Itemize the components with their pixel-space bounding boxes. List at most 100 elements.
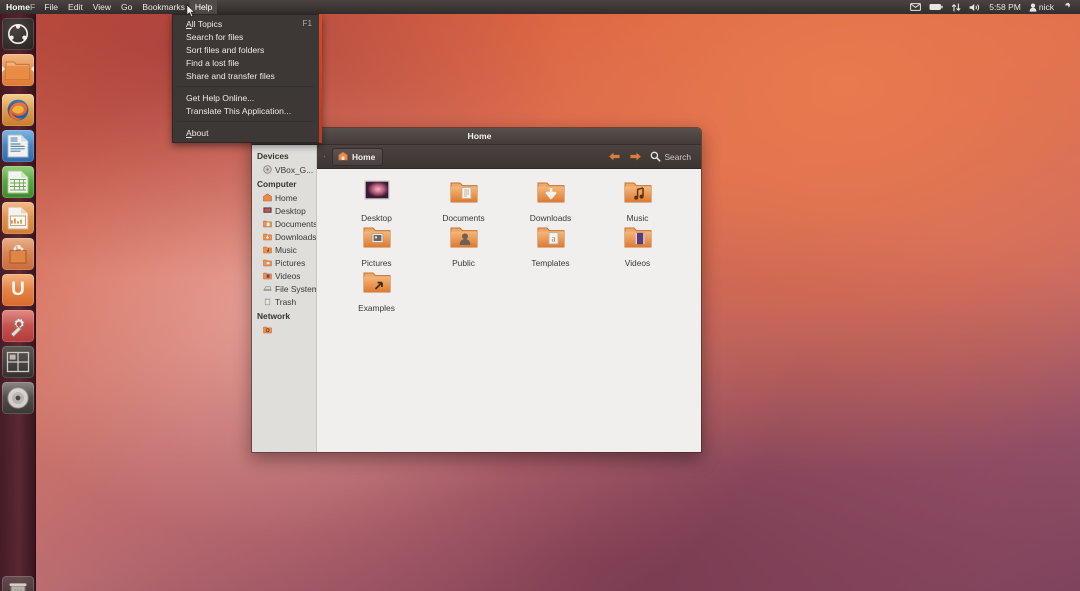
network-folder-icon <box>263 325 272 334</box>
sidebar-header-devices: Devices <box>257 151 289 161</box>
app-title: HomeF <box>6 2 36 12</box>
sidebar-item-pictures[interactable]: Pictures <box>252 256 316 269</box>
launcher-item-firefox[interactable] <box>2 94 34 126</box>
launcher-item-files[interactable] <box>2 54 34 86</box>
sidebar-item-downloads[interactable]: Downloads <box>252 230 316 243</box>
desktop-screen: Home Devices VBox_G... Computer Home Des… <box>0 0 1080 591</box>
file-item-videos[interactable]: Videos <box>594 224 681 269</box>
file-item-music[interactable]: Music <box>594 179 681 224</box>
menu-item-find-a-lost-file[interactable]: Find a lost file <box>173 56 321 69</box>
file-item-label: Documents <box>442 213 485 223</box>
menu-item-share-and-transfer-files[interactable]: Share and transfer files <box>173 69 321 82</box>
sidebar-item-browse-network[interactable] <box>252 323 316 335</box>
launcher-item-media-disc[interactable] <box>2 382 34 414</box>
videos-folder-icon <box>623 224 653 255</box>
sidebar-item-music[interactable]: Music <box>252 243 316 256</box>
launcher-item-dash-home[interactable] <box>2 18 34 50</box>
disc-icon <box>263 165 272 174</box>
window-body: Devices VBox_G... Computer Home Desktop … <box>252 145 701 452</box>
trash-icon <box>263 297 272 306</box>
search-button[interactable]: Search <box>646 151 695 162</box>
launcher-item-libreoffice-writer[interactable] <box>2 130 34 162</box>
messaging-icon[interactable] <box>906 0 925 14</box>
menu-item-about[interactable]: About <box>173 126 321 139</box>
launcher-item-libreoffice-calc[interactable] <box>2 166 34 198</box>
user-menu[interactable]: nick <box>1025 0 1058 14</box>
file-grid-view[interactable]: Desktop Documents Downloads Music Pictur… <box>317 169 701 452</box>
music-folder-icon <box>623 179 653 210</box>
network-icon[interactable] <box>947 0 965 14</box>
breadcrumb-label: Home <box>352 151 376 162</box>
menu-item-get-help-online[interactable]: Get Help Online... <box>173 91 321 104</box>
videos-folder-icon <box>263 271 272 280</box>
indicator-area: 5:58 PM nick <box>906 0 1080 14</box>
file-item-label: Desktop <box>361 213 392 223</box>
home-folder-icon <box>338 151 348 163</box>
sidebar-item-label: Music <box>275 244 297 255</box>
sidebar-item-trash[interactable]: Trash <box>252 295 316 308</box>
examples-link-folder-icon <box>362 269 392 300</box>
launcher-item-ubuntu-one[interactable]: U <box>2 274 34 306</box>
back-button[interactable] <box>604 151 625 162</box>
sidebar-item-label: Downloads <box>275 231 317 242</box>
sidebar-item-label: Trash <box>275 296 297 307</box>
file-item-label: Examples <box>358 303 395 313</box>
sidebar-item-documents[interactable]: Documents <box>252 217 316 230</box>
sidebar-item-label: Home <box>275 192 298 203</box>
path-ellipsis[interactable]: · <box>320 152 329 161</box>
menu-item-label: Translate This Application... <box>186 105 292 116</box>
menu-bookmarks[interactable]: Bookmarks <box>137 0 190 14</box>
breadcrumb-home[interactable]: Home <box>332 147 384 166</box>
sidebar-item-vbox[interactable]: VBox_G... <box>252 163 316 176</box>
file-item-public[interactable]: Public <box>420 224 507 269</box>
mouse-cursor <box>186 4 196 23</box>
menu-go[interactable]: Go <box>116 0 137 14</box>
help-dropdown-menu[interactable]: All Topics F1 Search for files Sort file… <box>172 14 322 143</box>
menu-edit[interactable]: Edit <box>63 0 88 14</box>
menu-item-search-for-files[interactable]: Search for files <box>173 30 321 43</box>
file-item-examples[interactable]: Examples <box>333 269 420 314</box>
file-item-documents[interactable]: Documents <box>420 179 507 224</box>
launcher-item-libreoffice-impress[interactable] <box>2 202 34 234</box>
battery-icon[interactable] <box>925 0 947 14</box>
launcher-item-ubuntu-software-center[interactable] <box>2 238 34 270</box>
menu-file[interactable]: File <box>39 0 63 14</box>
menu-item-sort-files-and-folders[interactable]: Sort files and folders <box>173 43 321 56</box>
downloads-folder-icon <box>536 179 566 210</box>
sidebar-item-file-system[interactable]: File System <box>252 282 316 295</box>
file-item-downloads[interactable]: Downloads <box>507 179 594 224</box>
sidebar-item-label: Desktop <box>275 205 306 216</box>
file-manager-toolbar[interactable]: · Home Search <box>317 145 701 169</box>
svg-text:a: a <box>551 233 555 243</box>
file-item-desktop[interactable]: Desktop <box>333 179 420 224</box>
menu-view[interactable]: View <box>88 0 116 14</box>
harddisk-icon <box>263 284 272 293</box>
sidebar-item-videos[interactable]: Videos <box>252 269 316 282</box>
launcher-item-workspace-switcher[interactable] <box>2 346 34 378</box>
places-sidebar[interactable]: Devices VBox_G... Computer Home Desktop … <box>252 145 317 452</box>
forward-button[interactable] <box>625 151 646 162</box>
volume-icon[interactable] <box>965 0 985 14</box>
launcher-item-system-settings[interactable] <box>2 310 34 342</box>
file-item-label: Videos <box>624 258 651 268</box>
top-panel[interactable]: HomeF File Edit View Go Bookmarks Help 5… <box>0 0 1080 14</box>
downloads-folder-icon <box>263 232 272 241</box>
menu-item-translate-this-application[interactable]: Translate This Application... <box>173 104 321 117</box>
sidebar-item-label: Videos <box>275 270 301 281</box>
search-label: Search <box>664 151 691 162</box>
file-manager-window[interactable]: Home Devices VBox_G... Computer Home Des… <box>251 127 702 453</box>
clock[interactable]: 5:58 PM <box>985 0 1025 14</box>
menu-item-label: Search for files <box>186 31 244 42</box>
menu-separator-1 <box>177 86 315 87</box>
sidebar-item-home[interactable]: Home <box>252 191 316 204</box>
launcher-item-trash[interactable] <box>2 576 34 591</box>
session-gear-icon[interactable] <box>1058 0 1076 14</box>
unity-launcher[interactable]: U <box>0 14 36 591</box>
file-item-pictures[interactable]: Pictures <box>333 224 420 269</box>
file-item-templates[interactable]: a Templates <box>507 224 594 269</box>
sidebar-item-label: Documents <box>275 218 317 229</box>
file-item-label: Music <box>626 213 649 223</box>
sidebar-item-desktop[interactable]: Desktop <box>252 204 316 217</box>
public-folder-icon <box>449 224 479 255</box>
desktop-thumbnail-icon <box>362 179 392 210</box>
